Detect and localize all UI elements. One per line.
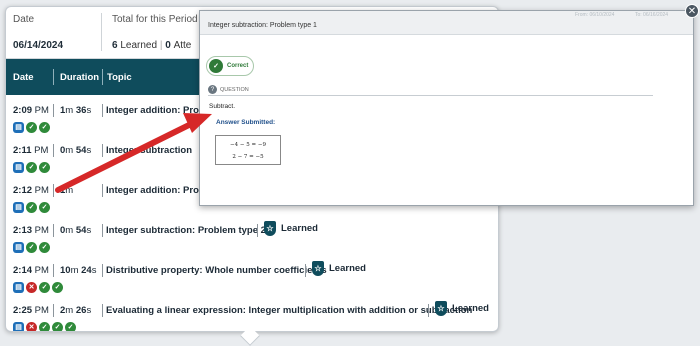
annotation-arrow bbox=[55, 113, 212, 193]
arrow-shaft bbox=[55, 120, 196, 193]
